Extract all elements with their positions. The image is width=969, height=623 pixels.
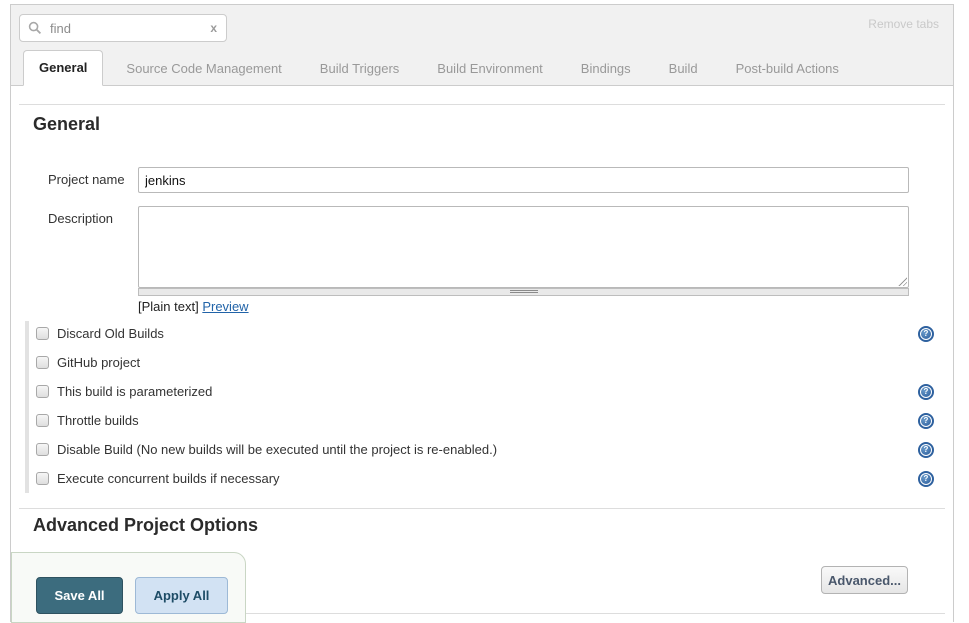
help-icon[interactable]: ? <box>918 471 934 487</box>
checkbox[interactable] <box>36 414 49 427</box>
checkbox-label: GitHub project <box>57 355 140 370</box>
checkbox-row: Discard Old Builds ? <box>11 319 953 348</box>
preview-link[interactable]: Preview <box>202 299 248 314</box>
clear-search-icon[interactable]: x <box>206 21 226 35</box>
search-input[interactable] <box>48 20 206 37</box>
save-all-button[interactable]: Save All <box>36 577 123 614</box>
help-icon[interactable]: ? <box>918 442 934 458</box>
config-header: x Remove tabs GeneralSource Code Managem… <box>11 5 953 86</box>
checkbox[interactable] <box>36 327 49 340</box>
checkbox-label: Throttle builds <box>57 413 139 428</box>
project-name-input[interactable] <box>138 167 909 193</box>
apply-all-button[interactable]: Apply All <box>135 577 228 614</box>
config-tabbar: GeneralSource Code Management Build Trigg… <box>23 50 953 86</box>
help-icon[interactable]: ? <box>918 413 934 429</box>
tab-bindings[interactable]: Bindings <box>566 52 646 86</box>
tab-source-code-management[interactable]: Source Code Management <box>111 52 296 86</box>
tab-build[interactable]: Build <box>654 52 713 86</box>
checkbox[interactable] <box>36 443 49 456</box>
general-section-title: General <box>33 114 100 135</box>
checkbox-row: Throttle builds ? <box>11 406 953 435</box>
checkbox-row: GitHub project <box>11 348 953 377</box>
help-icon[interactable]: ? <box>918 384 934 400</box>
checkbox[interactable] <box>36 385 49 398</box>
tab-build-environment[interactable]: Build Environment <box>422 52 558 86</box>
checkbox-row: Disable Build (No new builds will be exe… <box>11 435 953 464</box>
tab-general[interactable]: General <box>23 50 103 86</box>
description-label: Description <box>48 211 140 226</box>
checkbox[interactable] <box>36 472 49 485</box>
project-name-label: Project name <box>48 172 140 187</box>
tab-build-triggers[interactable]: Build Triggers <box>305 52 414 86</box>
advanced-button[interactable]: Advanced... <box>821 566 908 594</box>
checkbox-label: Disable Build (No new builds will be exe… <box>57 442 497 457</box>
section-divider <box>19 104 945 105</box>
advanced-section-title: Advanced Project Options <box>33 515 258 536</box>
checkbox-label: Discard Old Builds <box>57 326 164 341</box>
section-divider <box>19 508 945 509</box>
textarea-drag-handle[interactable] <box>138 288 909 296</box>
description-mode-line: [Plain text] Preview <box>138 299 249 314</box>
remove-tabs-link[interactable]: Remove tabs <box>868 17 939 31</box>
filter-search-box[interactable]: x <box>19 14 227 42</box>
drag-grip-icon <box>510 290 538 294</box>
tab-post-build-actions[interactable]: Post-build Actions <box>721 52 854 86</box>
checkbox-row: This build is parameterized ? <box>11 377 953 406</box>
checkbox[interactable] <box>36 356 49 369</box>
description-textarea[interactable] <box>138 206 909 288</box>
checkbox-label: Execute concurrent builds if necessary <box>57 471 280 486</box>
config-panel: x Remove tabs GeneralSource Code Managem… <box>10 4 954 622</box>
bottom-save-panel: Save All Apply All <box>11 552 246 623</box>
help-icon[interactable]: ? <box>918 326 934 342</box>
checkbox-label: This build is parameterized <box>57 384 212 399</box>
checkbox-row: Execute concurrent builds if necessary ? <box>11 464 953 493</box>
general-options-list: Discard Old Builds ? GitHub project This… <box>11 319 953 493</box>
plain-text-mode-label: [Plain text] <box>138 299 199 314</box>
search-icon <box>28 21 42 35</box>
